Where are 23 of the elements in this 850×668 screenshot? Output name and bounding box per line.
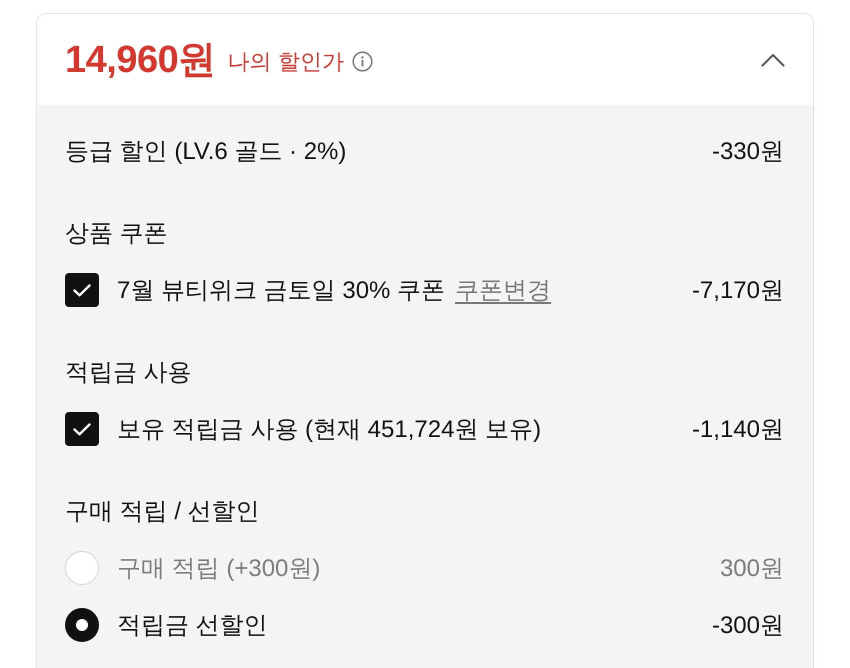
option-label: 보유 적립금 사용 (현재 451,724원 보유) (117, 415, 542, 445)
option-label: 7월 뷰티위크 금토일 30% 쿠폰 (117, 276, 446, 306)
discount-label: 등급 할인 (LV.6 골드 · 2%) (65, 137, 346, 167)
checkbox[interactable] (65, 273, 99, 307)
amount-text: -1,140원 (692, 415, 784, 445)
section-title: 구매 적립 / 선할인 (65, 497, 260, 527)
info-icon[interactable] (352, 51, 373, 72)
coupon-change-link[interactable]: 쿠폰변경 (455, 274, 552, 306)
check-icon (73, 284, 91, 296)
section-title: 상품 쿠폰 (65, 219, 168, 249)
amount-text: -300원 (712, 611, 784, 641)
check-icon (73, 422, 91, 436)
price-text: 14,960원 (65, 38, 216, 83)
section-title: 적립금 사용 (65, 358, 192, 388)
amount-text: -7,170원 (692, 276, 784, 306)
radio-button[interactable] (65, 608, 99, 642)
checkbox[interactable] (65, 412, 99, 446)
chevron-up-icon[interactable] (761, 52, 785, 66)
option-label: 적립금 선할인 (117, 611, 268, 641)
option-label: 구매 적립 (+300원) (117, 554, 320, 584)
price-label: 나의 할인가 (228, 48, 344, 76)
amount-text: -330원 (712, 137, 784, 167)
amount-text: 300원 (720, 554, 784, 584)
